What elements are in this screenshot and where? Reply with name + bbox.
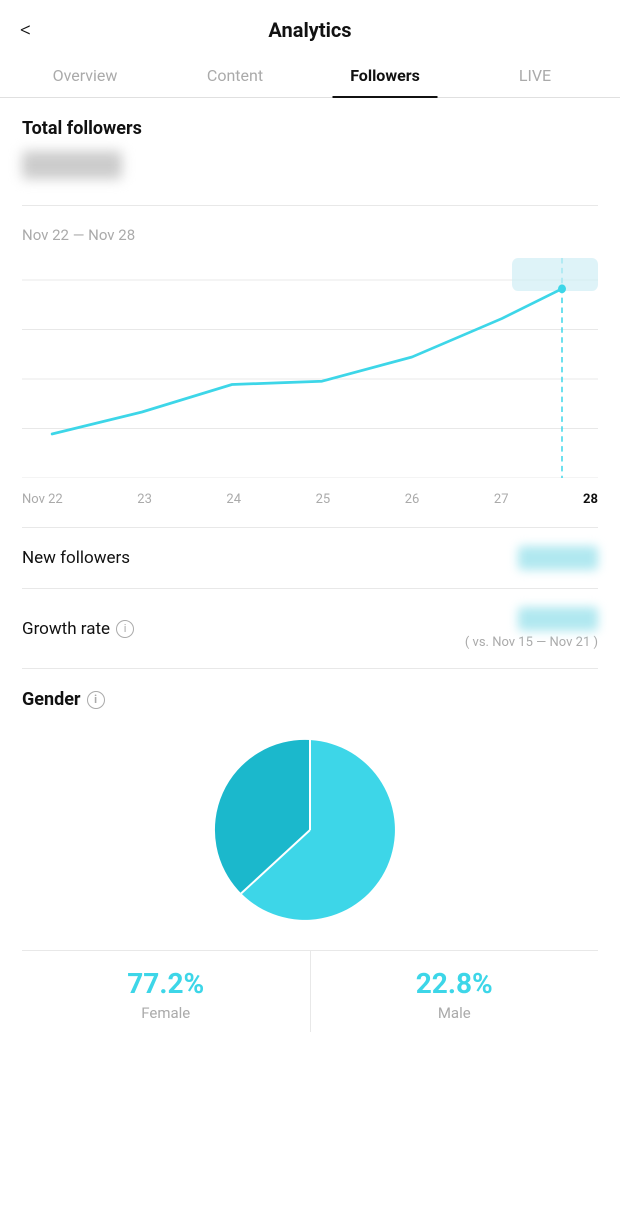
male-stat: 22.8% Male	[310, 951, 599, 1032]
growth-rate-right: ( vs. Nov 15 — Nov 21 )	[465, 607, 598, 650]
gender-stats: 77.2% Female 22.8% Male	[22, 950, 598, 1032]
gender-title: Gender i	[22, 689, 598, 710]
female-label: Female	[32, 1004, 300, 1022]
growth-rate-row: Growth rate i ( vs. Nov 15 — Nov 21 )	[0, 589, 620, 668]
x-label-4: 26	[405, 492, 420, 507]
gender-section: Gender i 77.2% Female 22.8% Male	[0, 669, 620, 1042]
gender-info-icon[interactable]: i	[87, 691, 105, 709]
growth-rate-info-icon[interactable]: i	[116, 620, 134, 638]
x-label-0: Nov 22	[22, 492, 63, 507]
tab-overview[interactable]: Overview	[10, 52, 160, 97]
followers-chart	[22, 258, 598, 478]
gender-pie-chart	[210, 730, 410, 930]
chart-section: Nov 22 — Nov 28 Nov 22 23 24 25 26 27	[0, 206, 620, 527]
new-followers-row: New followers	[0, 528, 620, 588]
new-followers-value	[518, 546, 598, 570]
page-title: Analytics	[268, 18, 351, 42]
growth-rate-value	[518, 607, 598, 631]
tab-followers[interactable]: Followers	[310, 52, 460, 97]
total-followers-title: Total followers	[22, 118, 598, 139]
tab-bar: Overview Content Followers LIVE	[0, 52, 620, 98]
total-followers-value	[22, 151, 122, 179]
date-range-label: Nov 22 — Nov 28	[22, 226, 598, 244]
male-percentage: 22.8%	[321, 967, 589, 1000]
female-stat: 77.2% Female	[22, 951, 310, 1032]
header: < Analytics	[0, 0, 620, 52]
tab-content[interactable]: Content	[160, 52, 310, 97]
growth-rate-label: Growth rate i	[22, 619, 134, 639]
back-button[interactable]: <	[20, 18, 31, 43]
male-label: Male	[321, 1004, 589, 1022]
x-label-6: 28	[583, 492, 598, 507]
female-percentage: 77.2%	[32, 967, 300, 1000]
x-label-5: 27	[494, 492, 509, 507]
x-label-2: 24	[226, 492, 241, 507]
total-followers-section: Total followers	[0, 98, 620, 205]
growth-rate-vs-label: ( vs. Nov 15 — Nov 21 )	[465, 635, 598, 650]
x-label-1: 23	[137, 492, 152, 507]
gender-pie-container	[22, 730, 598, 930]
chart-x-labels: Nov 22 23 24 25 26 27 28	[22, 488, 598, 507]
new-followers-label: New followers	[22, 548, 130, 568]
tab-live[interactable]: LIVE	[460, 52, 610, 97]
x-label-3: 25	[316, 492, 331, 507]
